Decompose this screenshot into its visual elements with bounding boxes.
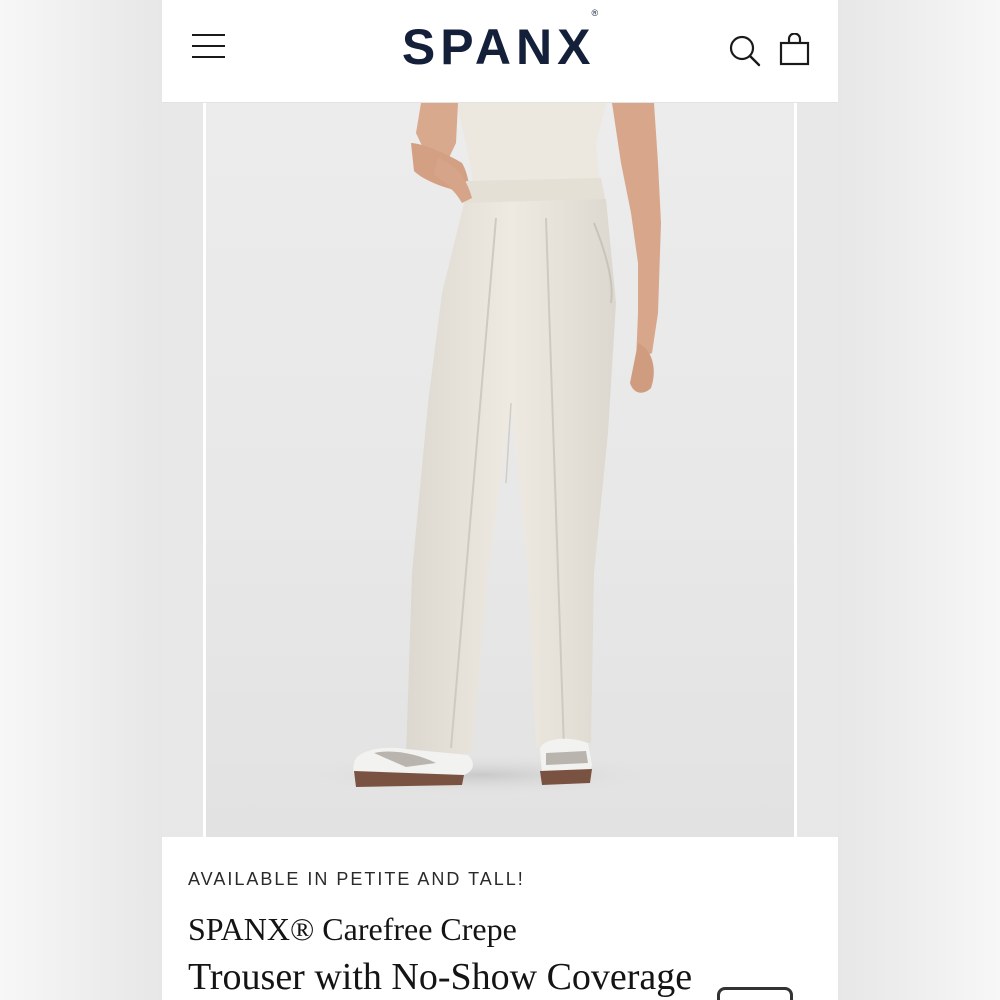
background-blur-left [0, 0, 162, 1000]
floating-chat-button[interactable] [717, 987, 793, 1000]
product-info: AVAILABLE IN PETITE AND TALL! SPANX® Car… [162, 837, 838, 1000]
brand-name: SPANX [401, 19, 596, 75]
previous-slide-peek[interactable] [162, 103, 203, 837]
product-title-line2: Trouser with No-Show Coverage [188, 956, 693, 998]
brand-registered-mark: ® [591, 8, 599, 19]
product-image[interactable] [206, 103, 794, 837]
search-icon[interactable] [728, 34, 762, 68]
availability-label: AVAILABLE IN PETITE AND TALL! [188, 869, 525, 889]
next-slide-peek[interactable] [797, 103, 838, 837]
product-title-line1: SPANX® Carefree Crepe [188, 911, 517, 947]
model-photo-illustration [291, 103, 671, 797]
brand-logo[interactable]: SPANX® [372, 8, 628, 78]
shopping-bag-icon[interactable] [778, 32, 812, 67]
product-image-carousel[interactable] [162, 103, 838, 837]
site-header: SPANX® [162, 0, 838, 103]
background-blur-right [838, 0, 1000, 1000]
hamburger-menu-icon[interactable] [192, 32, 226, 60]
mobile-page: SPANX® AVAILABLE IN PETITE AND TALL! SPA… [162, 0, 838, 1000]
